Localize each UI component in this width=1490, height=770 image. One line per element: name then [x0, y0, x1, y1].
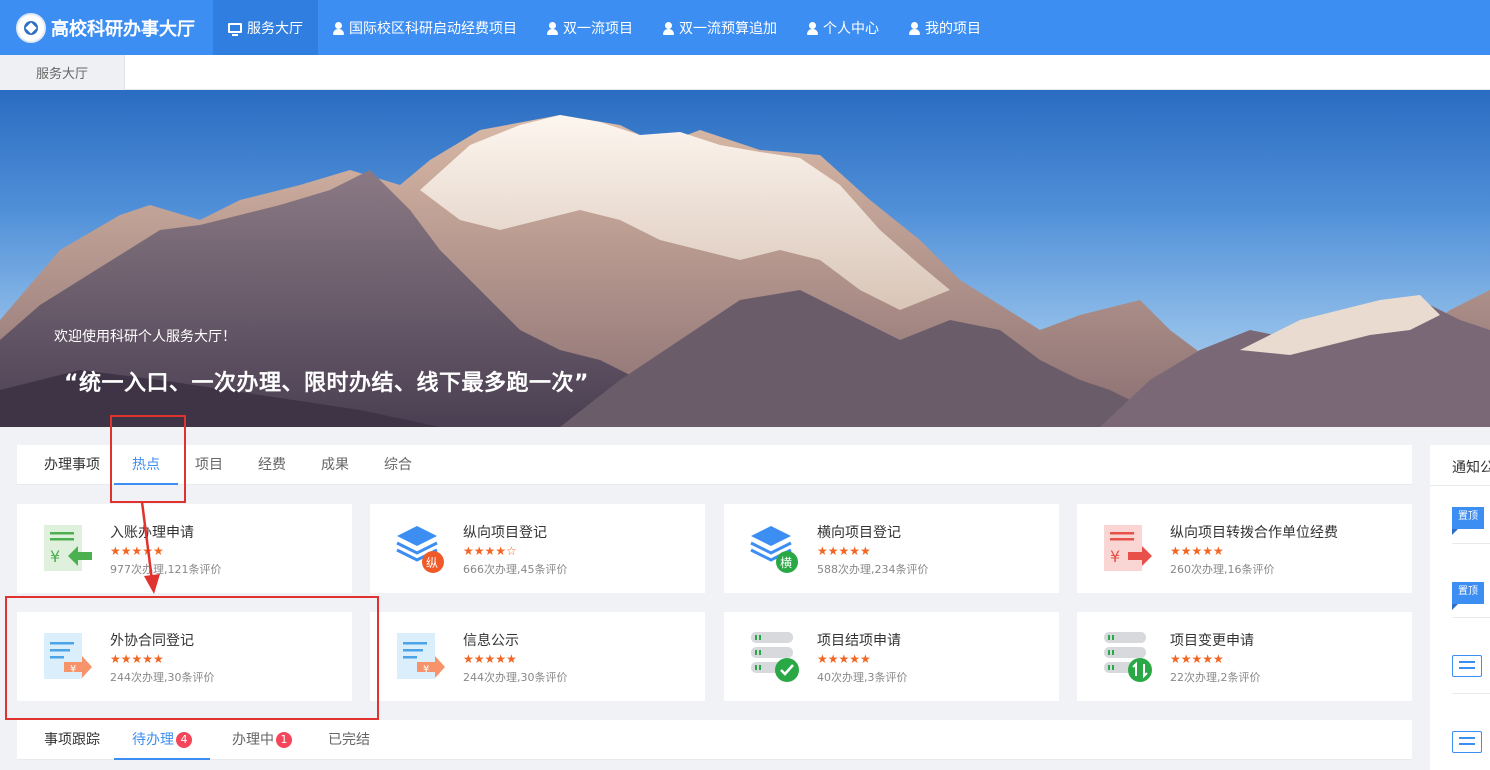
nav-service-hall[interactable]: 服务大厅 — [213, 0, 318, 55]
tab-pending[interactable]: 待办理 4 — [114, 720, 210, 760]
nav-personal-center[interactable]: 个人中心 — [792, 0, 894, 55]
service-card-project-change[interactable]: 项目变更申请 ★★★★★ 22次办理,2条评价 — [1077, 612, 1412, 701]
service-card-vertical-project[interactable]: 纵 纵向项目登记 ★★★★☆ 666次办理,45条评价 — [370, 504, 705, 593]
service-title: 纵向项目登记 — [463, 525, 547, 541]
hero-banner: 欢迎使用科研个人服务大厅！ “统一入口、一次办理、限时办结、线下最多跑一次” — [0, 90, 1490, 427]
tab-achievement[interactable]: 成果 — [313, 445, 357, 485]
svg-text:¥: ¥ — [423, 664, 429, 675]
user-icon — [909, 21, 920, 35]
svg-text:¥: ¥ — [70, 664, 76, 675]
rating-stars: ★★★★★ — [817, 652, 871, 666]
service-title: 横向项目登记 — [817, 525, 901, 541]
nav-label: 双一流项目 — [563, 20, 633, 37]
rating-stars: ★★★★★ — [463, 652, 517, 666]
svg-text:¥: ¥ — [50, 547, 60, 566]
service-title: 项目结项申请 — [817, 633, 901, 649]
count-badge: 4 — [176, 732, 192, 748]
service-meta: 260次办理,16条评价 — [1170, 563, 1275, 576]
service-category-tabs: 办理事项 热点 项目 经费 成果 综合 — [17, 445, 1412, 485]
nav-my-projects[interactable]: 我的项目 — [894, 0, 996, 55]
user-icon — [663, 21, 674, 35]
nav-label: 双一流预算追加 — [679, 20, 777, 37]
nav-label: 个人中心 — [823, 20, 879, 37]
service-meta: 666次办理,45条评价 — [463, 563, 568, 576]
tab-hot[interactable]: 热点 — [114, 445, 178, 485]
tab-completed[interactable]: 已完结 — [321, 720, 377, 760]
nav-label: 我的项目 — [925, 20, 981, 37]
svg-text:¥: ¥ — [1110, 547, 1120, 566]
service-meta: 588次办理,234条评价 — [817, 563, 929, 576]
service-title: 外协合同登记 — [110, 633, 194, 649]
project-change-icon — [1104, 632, 1152, 682]
service-card-info-publicity[interactable]: ¥ 信息公示 ★★★★★ 244次办理,30条评价 — [370, 612, 705, 701]
tab-project[interactable]: 项目 — [187, 445, 231, 485]
tab-label: 待办理 — [132, 732, 174, 748]
nav-label: 服务大厅 — [247, 20, 303, 37]
banner-slogan: “统一入口、一次办理、限时办结、线下最多跑一次” — [64, 371, 589, 396]
user-icon — [807, 21, 818, 35]
service-meta: 40次办理,3条评价 — [817, 671, 908, 684]
service-section-label: 办理事项 — [44, 457, 100, 473]
divider — [1452, 543, 1490, 544]
message-icon — [1452, 655, 1482, 677]
info-publicity-icon: ¥ — [397, 633, 445, 679]
nav-budget-addition[interactable]: 双一流预算追加 — [648, 0, 792, 55]
tracking-section-label: 事项跟踪 — [44, 732, 100, 748]
vertical-project-icon: 纵 — [396, 526, 444, 573]
nav-double-first-class[interactable]: 双一流项目 — [532, 0, 648, 55]
service-title: 信息公示 — [463, 633, 519, 649]
service-card-transfer-funds[interactable]: ¥ 纵向项目转拨合作单位经费 ★★★★★ 260次办理,16条评价 — [1077, 504, 1412, 593]
rating-stars: ★★★★★ — [1170, 544, 1224, 558]
annotation-arrow — [140, 501, 160, 594]
service-title: 项目变更申请 — [1170, 633, 1254, 649]
tracking-tabs: 事项跟踪 待办理 4 办理中 1 已完结 — [17, 720, 1412, 760]
divider — [1430, 485, 1490, 486]
svg-text:横: 横 — [780, 556, 792, 570]
welcome-text: 欢迎使用科研个人服务大厅！ — [54, 329, 236, 345]
rating-stars: ★★★★★ — [110, 652, 164, 666]
service-card-project-close[interactable]: 项目结项申请 ★★★★★ 40次办理,3条评价 — [724, 612, 1059, 701]
user-icon — [547, 21, 558, 35]
project-close-icon — [751, 632, 799, 682]
pinned-tag: 置顶 — [1452, 582, 1484, 610]
service-meta: 244次办理,30条评价 — [110, 671, 215, 684]
message-icon — [1452, 731, 1482, 753]
divider — [1452, 617, 1490, 618]
tab-label: 办理中 — [232, 732, 274, 748]
rating-stars: ★★★★☆ — [463, 544, 517, 558]
service-card-income-register[interactable]: ¥ 入账办理申请 ★★★★★ 977次办理,121条评价 — [17, 504, 352, 593]
notice-panel: 通知公 置顶 置顶 — [1430, 445, 1490, 770]
transfer-funds-icon: ¥ — [1104, 525, 1152, 571]
user-icon — [333, 21, 344, 35]
brand[interactable]: 高校科研办事大厅 — [0, 0, 213, 55]
nav-intl-campus-funding[interactable]: 国际校区科研启动经费项目 — [318, 0, 532, 55]
contract-register-icon: ¥ — [44, 633, 92, 679]
income-register-icon: ¥ — [44, 525, 92, 571]
brand-name: 高校科研办事大厅 — [51, 18, 195, 40]
nav-label: 国际校区科研启动经费项目 — [349, 20, 517, 37]
service-title: 纵向项目转拨合作单位经费 — [1170, 525, 1338, 541]
rating-stars: ★★★★★ — [817, 544, 871, 558]
service-card-horizontal-project[interactable]: 横 横向项目登记 ★★★★★ 588次办理,234条评价 — [724, 504, 1059, 593]
count-badge: 1 — [276, 732, 292, 748]
horizontal-project-icon: 横 — [750, 526, 798, 573]
service-card-contract-register[interactable]: ¥ 外协合同登记 ★★★★★ 244次办理,30条评价 — [17, 612, 352, 701]
university-logo-icon — [16, 12, 46, 43]
pinned-tag: 置顶 — [1452, 507, 1484, 535]
notice-heading: 通知公 — [1452, 460, 1490, 476]
tab-funding[interactable]: 经费 — [250, 445, 294, 485]
page-tabs-bar: 服务大厅 — [0, 55, 1490, 90]
tab-general[interactable]: 综合 — [376, 445, 420, 485]
divider — [1452, 693, 1490, 694]
monitor-icon — [228, 22, 242, 36]
svg-text:纵: 纵 — [426, 556, 438, 570]
service-meta: 22次办理,2条评价 — [1170, 671, 1261, 684]
main-nav: 服务大厅 国际校区科研启动经费项目 双一流项目 双一流预算追加 个人中心 我的项… — [213, 0, 996, 55]
page-tab-service-hall[interactable]: 服务大厅 — [0, 55, 125, 90]
rating-stars: ★★★★★ — [1170, 652, 1224, 666]
top-navbar: 高校科研办事大厅 服务大厅 国际校区科研启动经费项目 双一流项目 双一流预算追加… — [0, 0, 1490, 55]
tab-in-progress[interactable]: 办理中 1 — [222, 720, 302, 760]
service-meta: 244次办理,30条评价 — [463, 671, 568, 684]
